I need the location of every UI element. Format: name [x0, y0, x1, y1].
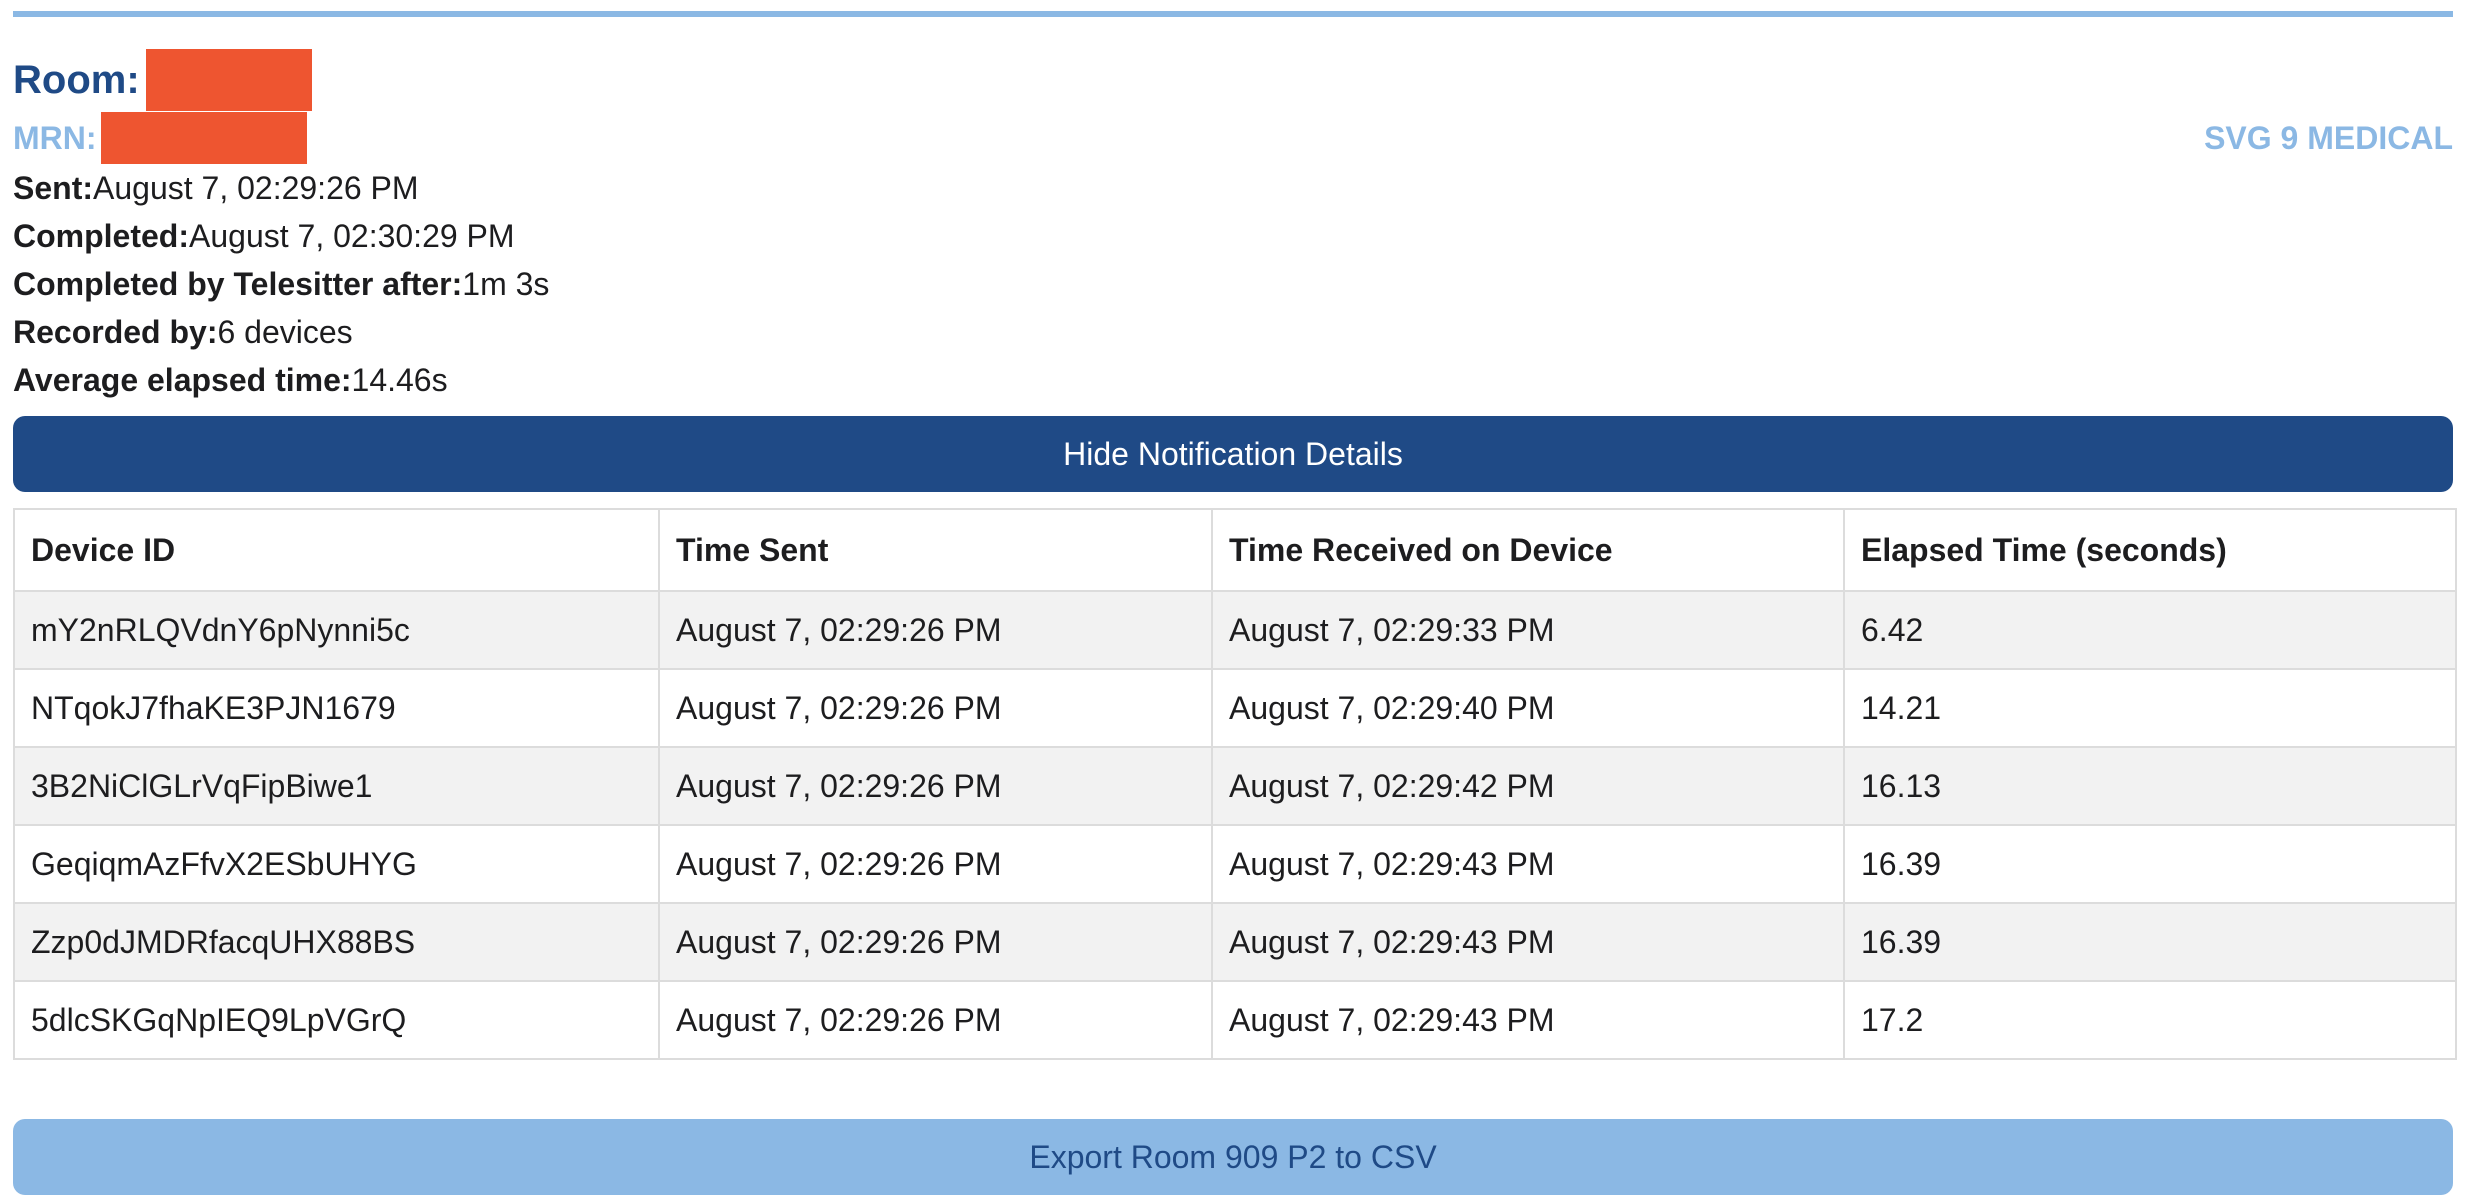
completed-label: Completed: — [13, 217, 189, 254]
table-row: Zzp0dJMDRfacqUHX88BS August 7, 02:29:26 … — [13, 902, 2457, 982]
time-sent-cell: August 7, 02:29:26 PM — [658, 980, 1213, 1060]
column-header-time-sent: Time Sent — [658, 508, 1213, 592]
average-elapsed-value: 14.46s — [351, 361, 448, 398]
completed-line: Completed: August 7, 02:30:29 PM — [13, 212, 2453, 260]
elapsed-time-cell: 16.39 — [1843, 824, 2457, 904]
table-row: mY2nRLQVdnY6pNynni5c August 7, 02:29:26 … — [13, 590, 2457, 670]
elapsed-time-cell: 17.2 — [1843, 980, 2457, 1060]
time-sent-cell: August 7, 02:29:26 PM — [658, 746, 1213, 826]
table-row: 3B2NiClGLrVqFipBiwe1 August 7, 02:29:26 … — [13, 746, 2457, 826]
recorded-value: 6 devices — [217, 313, 353, 350]
room-line: Room: — [13, 48, 2453, 112]
notification-header: Room: MRN: SVG 9 MEDICAL Sent: August 7,… — [13, 48, 2453, 404]
time-received-cell: August 7, 02:29:40 PM — [1211, 668, 1845, 748]
time-sent-cell: August 7, 02:29:26 PM — [658, 902, 1213, 982]
average-elapsed-line: Average elapsed time: 14.46s — [13, 356, 2453, 404]
device-id-cell: 3B2NiClGLrVqFipBiwe1 — [13, 746, 660, 826]
column-header-elapsed-time: Elapsed Time (seconds) — [1843, 508, 2457, 592]
completed-value: August 7, 02:30:29 PM — [189, 217, 515, 254]
sent-label: Sent: — [13, 169, 93, 206]
mrn-line: MRN: SVG 9 MEDICAL — [13, 112, 2453, 164]
hide-notification-details-button[interactable]: Hide Notification Details — [13, 416, 2453, 492]
device-id-cell: GeqiqmAzFfvX2ESbUHYG — [13, 824, 660, 904]
telesitter-value: 1m 3s — [462, 265, 550, 302]
sent-value: August 7, 02:29:26 PM — [93, 169, 419, 206]
sent-line: Sent: August 7, 02:29:26 PM — [13, 164, 2453, 212]
export-csv-button[interactable]: Export Room 909 P2 to CSV — [13, 1119, 2453, 1195]
recorded-label: Recorded by: — [13, 313, 218, 350]
table-row: NTqokJ7fhaKE3PJN1679 August 7, 02:29:26 … — [13, 668, 2457, 748]
elapsed-time-cell: 14.21 — [1843, 668, 2457, 748]
telesitter-label: Completed by Telesitter after: — [13, 265, 463, 302]
table-row: GeqiqmAzFfvX2ESbUHYG August 7, 02:29:26 … — [13, 824, 2457, 904]
device-id-cell: 5dlcSKGqNpIEQ9LpVGrQ — [13, 980, 660, 1060]
time-sent-cell: August 7, 02:29:26 PM — [658, 590, 1213, 670]
mrn-label: MRN: — [13, 119, 97, 156]
room-label: Room: — [13, 57, 140, 102]
elapsed-time-cell: 6.42 — [1843, 590, 2457, 670]
device-id-cell: NTqokJ7fhaKE3PJN1679 — [13, 668, 660, 748]
table-row: 5dlcSKGqNpIEQ9LpVGrQ August 7, 02:29:26 … — [13, 980, 2457, 1060]
notification-details-table: Device ID Time Sent Time Received on Dev… — [13, 508, 2457, 1060]
recorded-line: Recorded by: 6 devices — [13, 308, 2453, 356]
device-id-cell: mY2nRLQVdnY6pNynni5c — [13, 590, 660, 670]
average-elapsed-label: Average elapsed time: — [13, 361, 352, 398]
column-header-device-id: Device ID — [13, 508, 660, 592]
time-received-cell: August 7, 02:29:43 PM — [1211, 980, 1845, 1060]
elapsed-time-cell: 16.13 — [1843, 746, 2457, 826]
brand-label: SVG 9 MEDICAL — [2204, 119, 2453, 156]
time-received-cell: August 7, 02:29:42 PM — [1211, 746, 1845, 826]
top-divider — [13, 11, 2453, 17]
telesitter-line: Completed by Telesitter after: 1m 3s — [13, 260, 2453, 308]
room-redaction — [145, 49, 312, 111]
time-received-cell: August 7, 02:29:33 PM — [1211, 590, 1845, 670]
time-received-cell: August 7, 02:29:43 PM — [1211, 902, 1845, 982]
device-id-cell: Zzp0dJMDRfacqUHX88BS — [13, 902, 660, 982]
column-header-time-received: Time Received on Device — [1211, 508, 1845, 592]
mrn-redaction — [100, 112, 307, 164]
table-header-row: Device ID Time Sent Time Received on Dev… — [13, 508, 2457, 592]
time-received-cell: August 7, 02:29:43 PM — [1211, 824, 1845, 904]
elapsed-time-cell: 16.39 — [1843, 902, 2457, 982]
time-sent-cell: August 7, 02:29:26 PM — [658, 824, 1213, 904]
time-sent-cell: August 7, 02:29:26 PM — [658, 668, 1213, 748]
